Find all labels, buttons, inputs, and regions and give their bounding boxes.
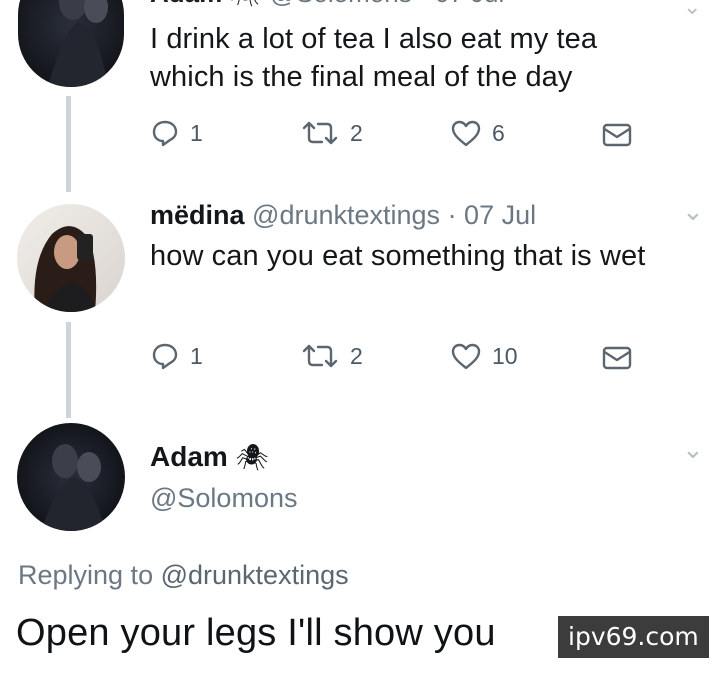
tweet2-retweet-count: 2 <box>350 342 363 369</box>
thread-line-1 <box>66 96 71 192</box>
avatar-photo-icon <box>41 444 105 531</box>
avatar-adam[interactable] <box>17 423 125 531</box>
tweet2-reply-button[interactable]: 1 <box>150 341 203 371</box>
replying-handle-link[interactable]: @drunktextings <box>161 560 349 590</box>
retweet-icon <box>302 344 338 368</box>
tweet3-text: Open your legs I'll show you <box>16 612 496 654</box>
tweet1-author-name[interactable]: Adam <box>150 0 222 8</box>
tweet2-author-name[interactable]: mëdina <box>150 200 245 230</box>
tweet1-like-button[interactable]: 6 <box>450 118 505 148</box>
tweet2-caret-icon[interactable]: ⌄ <box>682 196 704 227</box>
envelope-icon <box>602 123 632 147</box>
reply-icon <box>152 120 178 147</box>
tweet2-date[interactable]: · 07 Jul <box>448 200 537 230</box>
tweet1-text: I drink a lot of tea I also eat my tea w… <box>150 20 690 96</box>
tweet2-like-count: 10 <box>492 342 518 369</box>
spider-icon: 🕷 <box>235 442 269 472</box>
tweet1-text-line2: which is the final meal of the day <box>150 61 573 93</box>
avatar-photo-icon <box>34 226 97 312</box>
tweet1-retweet-count: 2 <box>350 119 363 146</box>
reply-icon <box>152 343 178 370</box>
replying-to: Replying to @drunktextings <box>18 560 349 591</box>
heart-icon <box>451 120 481 147</box>
envelope-icon <box>602 346 632 370</box>
watermark: ipv69.com <box>558 616 709 658</box>
tweet1-like-count: 6 <box>492 119 505 146</box>
tweet1-header: Adam 🕷 @Solomons · 07 Jul <box>150 0 504 9</box>
tweet1-reply-button[interactable]: 1 <box>150 118 203 148</box>
avatar-adam-top[interactable] <box>18 0 124 87</box>
tweet3-author-name: Adam <box>150 441 228 472</box>
tweet2-handle[interactable]: @drunktextings <box>252 200 440 230</box>
heart-icon <box>451 343 481 370</box>
tweet2-header: mëdina @drunktextings · 07 Jul <box>150 200 536 231</box>
tweet3-author[interactable]: Adam 🕷 <box>150 441 269 473</box>
tweet2-retweet-button[interactable]: 2 <box>300 341 363 371</box>
tweet2-like-button[interactable]: 10 <box>450 341 518 371</box>
tweet1-caret-icon[interactable]: ⌄ <box>683 0 701 20</box>
avatar-photo-icon <box>48 0 108 87</box>
tweet2-text: how can you eat something that is wet <box>150 240 646 272</box>
tweet1-retweet-button[interactable]: 2 <box>300 118 363 148</box>
avatar-medina[interactable] <box>17 204 125 312</box>
spider-icon: 🕷 <box>229 0 262 8</box>
tweet1-reply-count: 1 <box>190 119 203 146</box>
replying-prefix: Replying to <box>18 560 154 590</box>
retweet-icon <box>302 121 338 145</box>
tweet3-handle[interactable]: @Solomons <box>150 483 297 514</box>
tweet2-dm-button[interactable] <box>602 346 632 370</box>
tweet1-handle-date: @Solomons · 07 Jul <box>270 0 505 8</box>
tweet1-text-line1: I drink a lot of tea I also eat my tea <box>150 23 598 55</box>
thread-line-2 <box>66 322 71 418</box>
tweet3-caret-icon[interactable]: ⌄ <box>682 434 704 465</box>
tweet2-reply-count: 1 <box>190 342 203 369</box>
tweet1-dm-button[interactable] <box>602 123 632 147</box>
